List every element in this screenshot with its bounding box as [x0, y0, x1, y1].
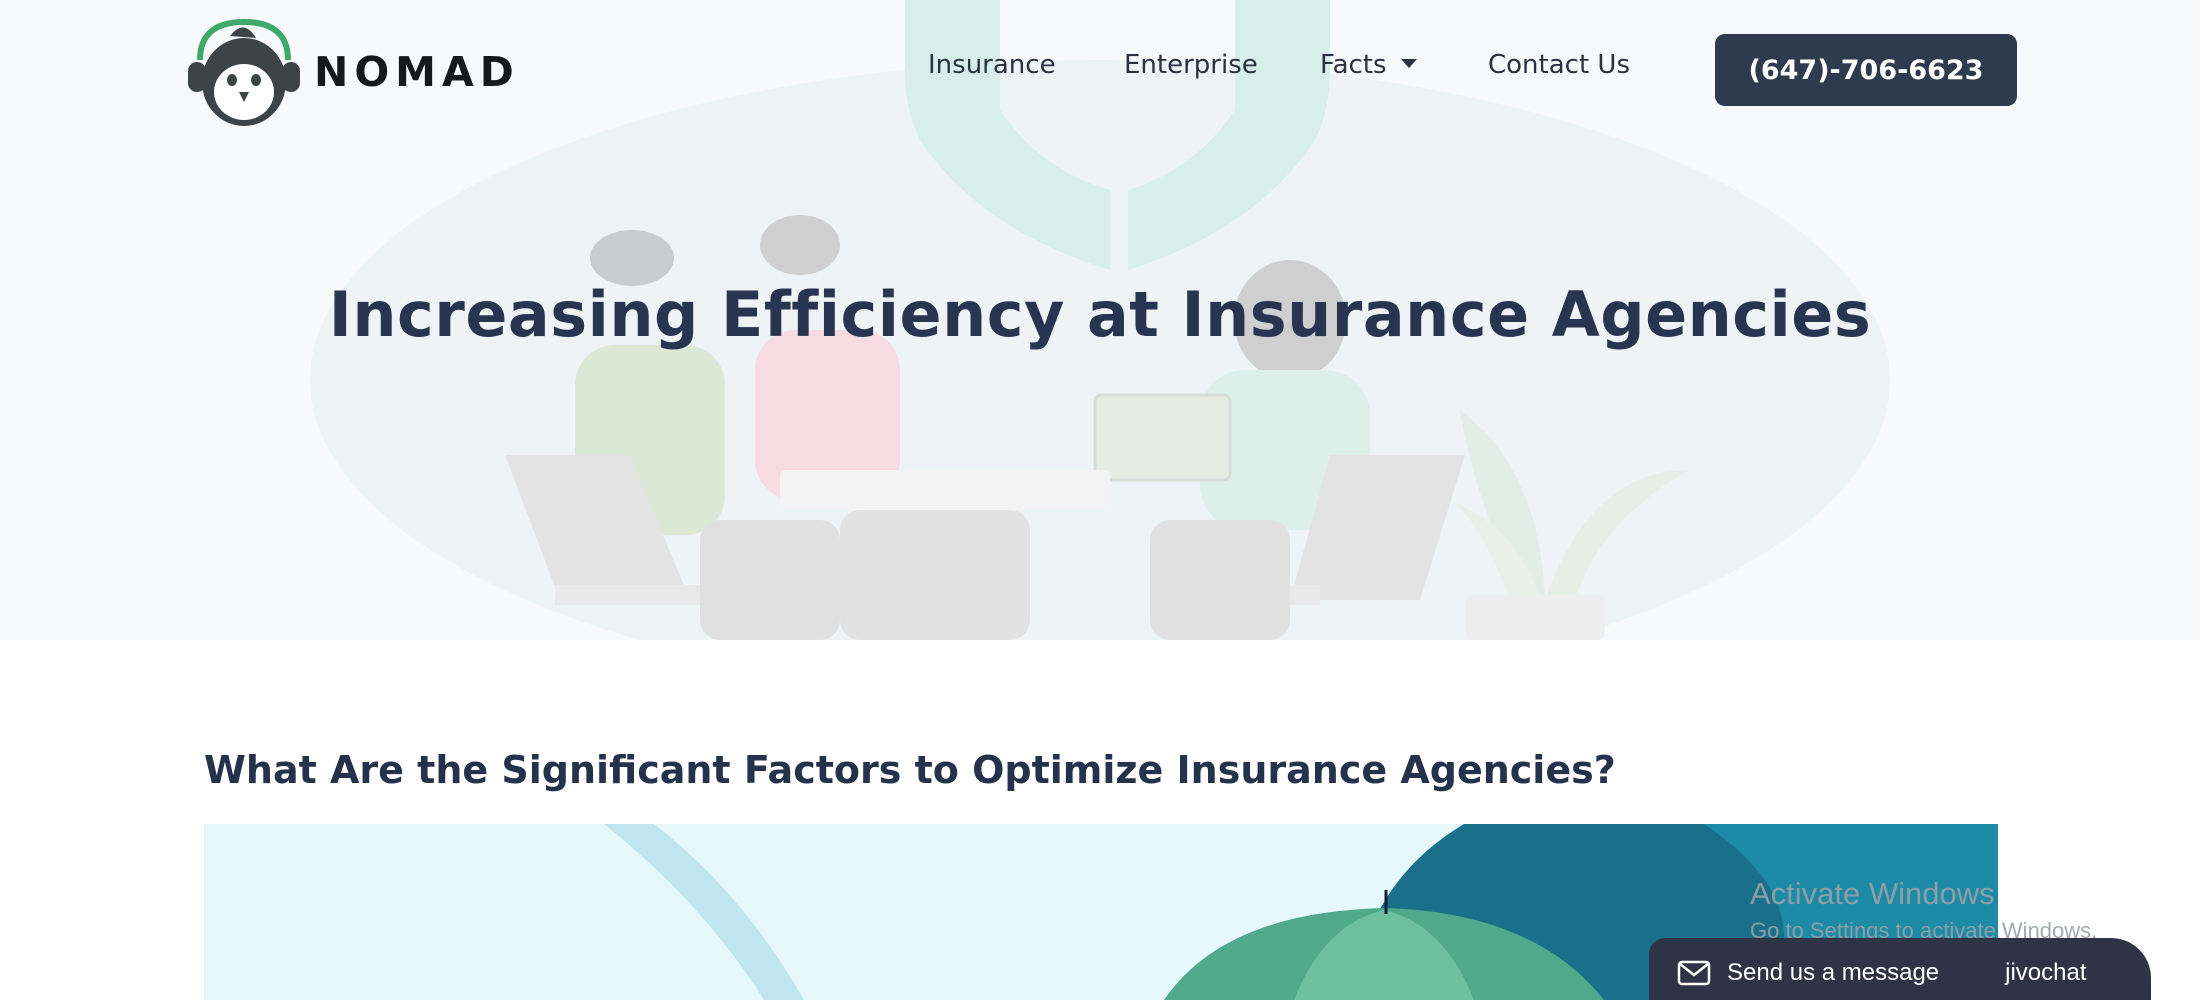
site-header: NOMAD Insurance Enterprise Facts Contact… — [0, 0, 2200, 140]
phone-button[interactable]: (647)-706-6623 — [1715, 34, 2017, 106]
nav-item-contact-us[interactable]: Contact Us — [1488, 50, 1630, 80]
section-heading: What Are the Significant Factors to Opti… — [204, 748, 1616, 792]
nav-item-facts-label: Facts — [1320, 50, 1387, 80]
brand-name: NOMAD — [314, 48, 520, 96]
chat-widget[interactable]: Send us a message jivochat — [1649, 938, 2151, 1000]
nav-item-insurance[interactable]: Insurance — [928, 50, 1056, 80]
windows-activation-watermark: Activate Windows Go to Settings to activ… — [1750, 876, 2097, 944]
nav-item-enterprise[interactable]: Enterprise — [1124, 50, 1258, 80]
watermark-title: Activate Windows — [1750, 876, 1995, 911]
hero-title: Increasing Efficiency at Insurance Agenc… — [328, 278, 1872, 351]
logo[interactable]: NOMAD — [186, 16, 520, 128]
envelope-icon — [1677, 960, 1711, 986]
page: NOMAD Insurance Enterprise Facts Contact… — [0, 0, 2200, 1000]
chat-label: Send us a message — [1727, 959, 1940, 986]
nav-item-facts[interactable]: Facts — [1320, 50, 1417, 80]
chat-brand: jivochat — [2005, 959, 2087, 986]
penguin-headset-icon — [188, 18, 300, 126]
caret-down-icon — [1400, 59, 1417, 68]
